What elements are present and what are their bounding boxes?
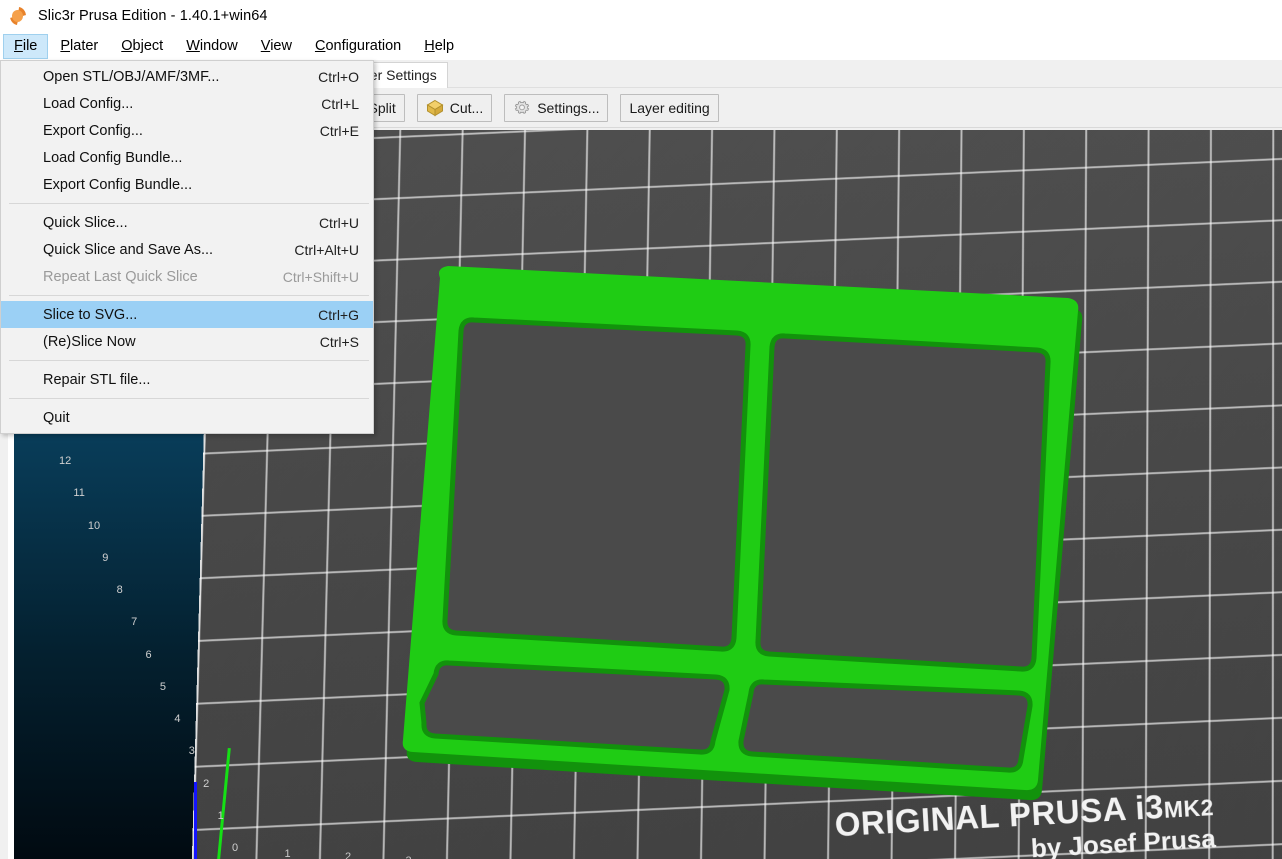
cut-label: Cut... — [449, 99, 484, 116]
slic3r-logo-icon — [8, 6, 28, 26]
menu-item-label: Load Config Bundle... — [43, 149, 183, 166]
menu-item-label: Export Config Bundle... — [43, 176, 193, 193]
menu-item-slice-to-svg[interactable]: Slice to SVG... Ctrl+G — [1, 301, 373, 328]
menu-item-label: (Re)Slice Now — [43, 333, 136, 350]
menu-separator — [9, 398, 369, 399]
menu-configuration[interactable]: Configuration — [304, 34, 412, 59]
menu-file[interactable]: File — [3, 33, 49, 59]
menu-bar: File Plater Object Window View Configura… — [0, 32, 1282, 60]
menu-item-accelerator: Ctrl+O — [318, 68, 359, 85]
menu-separator — [9, 203, 369, 204]
menu-object[interactable]: Object — [110, 34, 174, 59]
settings-label: Settings... — [537, 99, 600, 116]
gear-icon — [515, 100, 530, 114]
menu-view[interactable]: View — [250, 34, 303, 59]
menu-item-label: Quick Slice and Save As... — [43, 241, 214, 258]
menu-item-quick-slice[interactable]: Quick Slice... Ctrl+U — [1, 209, 373, 236]
menu-help[interactable]: Help — [413, 34, 465, 59]
layer-editing-label: Layer editing — [629, 99, 710, 116]
menu-item-accelerator: Ctrl+U — [318, 214, 359, 231]
menu-item-label: Slice to SVG... — [43, 306, 138, 323]
menu-item-re-slice-now[interactable]: (Re)Slice Now Ctrl+S — [1, 328, 373, 355]
menu-separator — [9, 295, 369, 296]
settings-button[interactable]: Settings... — [504, 93, 609, 122]
menu-item-label: Repeat Last Quick Slice — [43, 268, 198, 285]
menu-separator — [9, 360, 369, 361]
menu-item-label: Load Config... — [43, 95, 134, 112]
window-title: Slic3r Prusa Edition - 1.40.1+win64 — [38, 8, 268, 24]
menu-item-quit[interactable]: Quit — [1, 404, 373, 431]
menu-item-repeat-last-quick-slice: Repeat Last Quick Slice Ctrl+Shift+U — [1, 263, 373, 290]
cut-button[interactable]: Cut... — [416, 93, 493, 122]
menu-window[interactable]: Window — [175, 34, 249, 59]
menu-item-accelerator: Ctrl+S — [319, 333, 359, 350]
layer-editing-button[interactable]: Layer editing — [620, 93, 719, 122]
title-bar: Slic3r Prusa Edition - 1.40.1+win64 — [0, 0, 1282, 32]
menu-item-accelerator: Ctrl+Alt+U — [294, 241, 359, 258]
menu-item-quick-slice-and-save-as[interactable]: Quick Slice and Save As... Ctrl+Alt+U — [1, 236, 373, 263]
menu-item-load-config-bundle[interactable]: Load Config Bundle... — [1, 144, 373, 171]
menu-item-label: Repair STL file... — [43, 371, 151, 388]
file-menu-dropdown[interactable]: Open STL/OBJ/AMF/3MF... Ctrl+O Load Config… — [0, 60, 374, 434]
axis-z-indicator — [194, 782, 197, 859]
menu-item-export-config[interactable]: Export Config... Ctrl+E — [1, 117, 373, 144]
menu-item-label: Export Config... — [43, 122, 143, 139]
menu-item-export-config-bundle[interactable]: Export Config Bundle... — [1, 171, 373, 198]
menu-item-open-stl-obj-amf-3mf[interactable]: Open STL/OBJ/AMF/3MF... Ctrl+O — [1, 63, 373, 90]
menu-item-accelerator: Ctrl+E — [319, 122, 359, 139]
menu-item-label: Open STL/OBJ/AMF/3MF... — [43, 68, 220, 85]
menu-item-label: Quick Slice... — [43, 214, 128, 231]
menu-item-accelerator: Ctrl+G — [318, 306, 359, 323]
menu-item-repair-stl-file[interactable]: Repair STL file... — [1, 366, 373, 393]
menu-item-accelerator: Ctrl+Shift+U — [282, 268, 359, 285]
cut-icon — [426, 99, 444, 116]
menu-plater[interactable]: Plater — [49, 34, 109, 59]
menu-item-load-config[interactable]: Load Config... Ctrl+L — [1, 90, 373, 117]
slic3r-window: Slic3r Prusa Edition - 1.40.1+win64 File… — [0, 0, 1282, 859]
menu-item-label: Quit — [43, 409, 70, 426]
menu-item-accelerator: Ctrl+L — [321, 95, 359, 112]
